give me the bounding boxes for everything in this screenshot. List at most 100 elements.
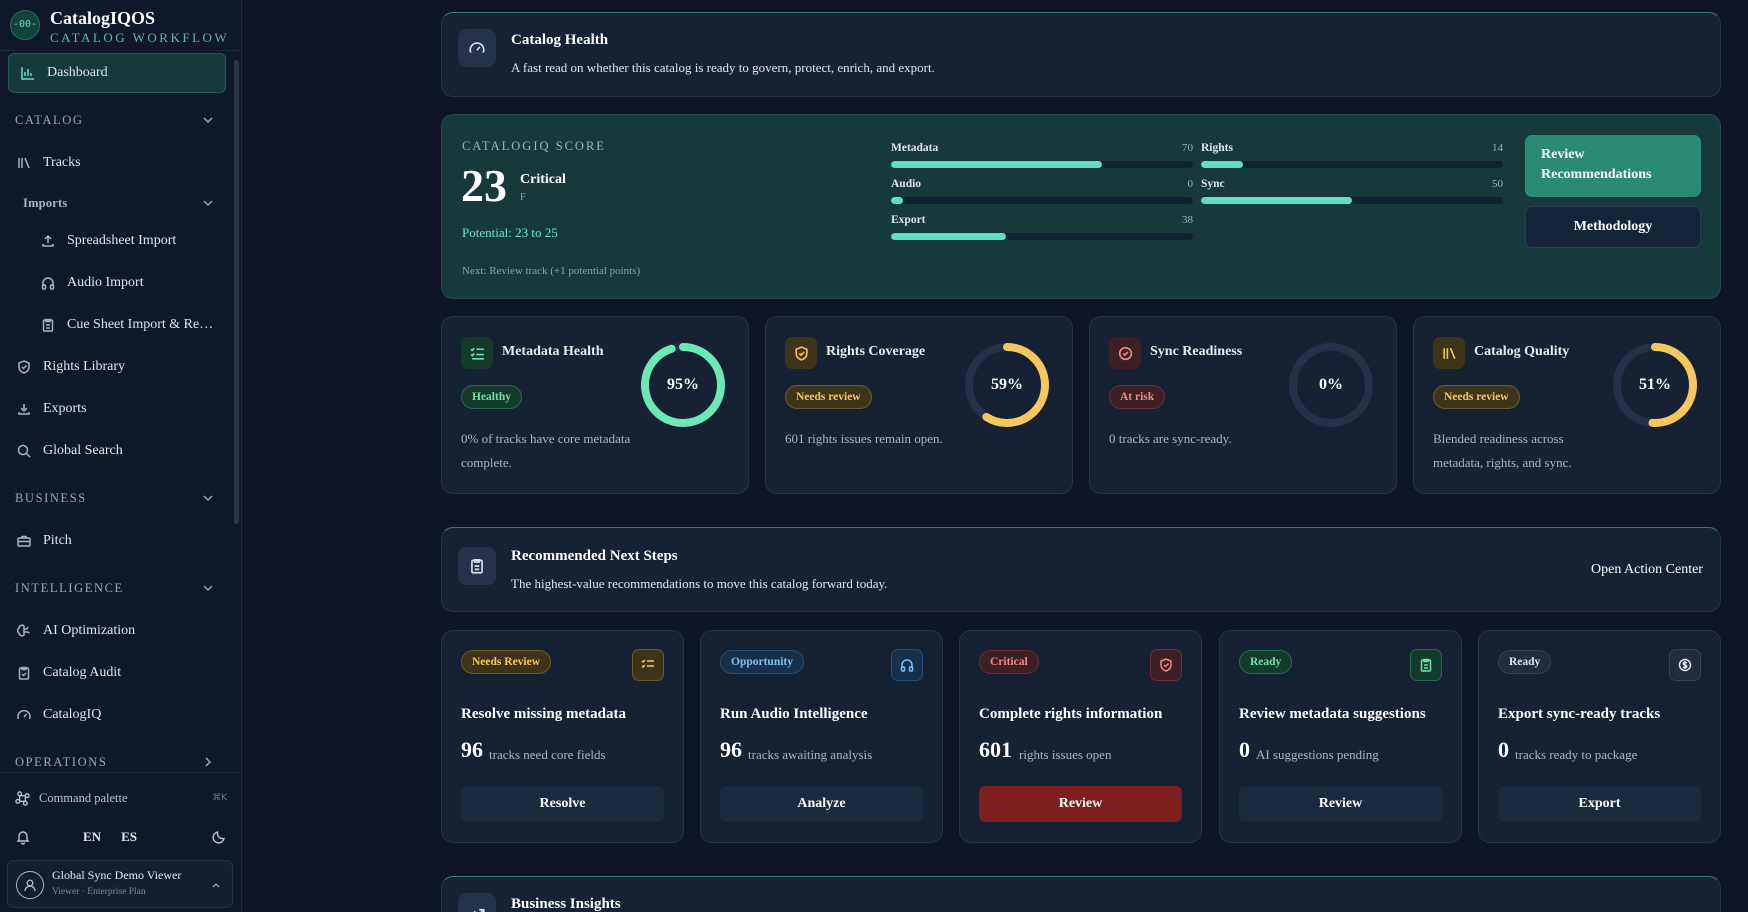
export-button[interactable]: Export (1498, 786, 1701, 822)
user-avatar-icon (16, 871, 44, 899)
sidebar-item-label: Global Search (43, 443, 123, 458)
section-title: Recommended Next Steps (511, 548, 678, 564)
sidebar-item-ai-optimization[interactable]: AI Optimization (15, 616, 135, 646)
check-circle-icon (1109, 337, 1141, 369)
score-bar-rights: Rights 14 (1201, 142, 1503, 172)
lang-es-button[interactable]: ES (121, 829, 137, 845)
step-card-audio-intelligence: Opportunity Run Audio Intelligence 96 tr… (700, 630, 943, 843)
sidebar-item-label: Dashboard (47, 65, 108, 80)
section-label: Imports (23, 195, 68, 210)
rights-coverage-card: Rights Coverage Needs review 601 rights … (765, 316, 1073, 494)
lang-en-button[interactable]: EN (83, 829, 101, 845)
sidebar-divider (0, 50, 242, 51)
section-operations[interactable]: OPERATIONS (15, 752, 215, 772)
bar-fill (1201, 161, 1244, 168)
headphones-icon (891, 649, 923, 681)
section-subtitle: The highest-value recommendations to mov… (511, 576, 888, 591)
review-rights-button[interactable]: Review (979, 786, 1182, 822)
step-card-complete-rights: Critical Complete rights information 601… (959, 630, 1202, 843)
review-recommendations-button[interactable]: Review Recommendations (1525, 135, 1701, 197)
sidebar-item-dashboard[interactable]: Dashboard (8, 53, 226, 93)
moon-icon[interactable] (211, 829, 227, 845)
sidebar-item-label: Pitch (43, 533, 72, 548)
sidebar-item-catalog-audit[interactable]: Catalog Audit (15, 658, 121, 688)
score-bar-audio: Audio 0 (891, 178, 1193, 208)
open-action-center-link[interactable]: Open Action Center (1591, 562, 1703, 578)
analyze-button[interactable]: Analyze (720, 786, 923, 822)
section-label: CATALOG (15, 112, 84, 127)
section-label: BUSINESS (15, 490, 87, 505)
step-title: Complete rights information (979, 706, 1163, 722)
card-description: 601 rights issues remain open. (785, 431, 943, 446)
shield-icon (1150, 649, 1182, 681)
sidebar-item-label: Audio Import (67, 275, 144, 290)
step-count-label: tracks awaiting analysis (748, 747, 873, 762)
sidebar-item-audio-import[interactable]: Audio Import (39, 268, 144, 298)
sidebar-item-label: Exports (43, 401, 87, 416)
status-badge: At risk (1109, 385, 1166, 409)
step-card-export-sync-ready: Ready Export sync-ready tracks 0 tracks … (1478, 630, 1721, 843)
score-bar-sync: Sync 50 (1201, 178, 1503, 208)
sidebar-item-cue-sheet-import[interactable]: Cue Sheet Import & Re… (39, 310, 213, 340)
bar-track (1201, 161, 1503, 168)
status-badge: Opportunity (720, 650, 804, 674)
sidebar-item-label: AI Optimization (43, 623, 136, 638)
section-imports[interactable]: Imports (23, 193, 215, 213)
sidebar-item-pitch[interactable]: Pitch (15, 526, 72, 556)
sidebar-item-label: Catalog Audit (43, 665, 122, 680)
sidebar-item-tracks[interactable]: Tracks (15, 148, 81, 178)
step-count: 96 (720, 737, 742, 762)
status-badge: Needs review (785, 385, 872, 409)
section-label: INTELLIGENCE (15, 580, 124, 595)
bar-value: 38 (1182, 214, 1193, 226)
headphones-icon (39, 274, 57, 292)
utility-row: EN ES (15, 826, 227, 848)
clipboard-check-icon (15, 664, 33, 682)
catalog-quality-card: Catalog Quality Needs review Blended rea… (1413, 316, 1721, 494)
clipboard-icon (1410, 649, 1442, 681)
briefcase-icon (15, 532, 33, 550)
step-title: Review metadata suggestions (1239, 706, 1426, 722)
shield-icon (785, 337, 817, 369)
step-card-metadata-suggestions: Ready Review metadata suggestions 0 AI s… (1219, 630, 1462, 843)
step-count-label: rights issues open (1019, 747, 1112, 762)
bar-fill (891, 233, 1006, 240)
step-count-label: tracks need core fields (489, 747, 606, 762)
methodology-button[interactable]: Methodology (1525, 206, 1701, 248)
catalog-health-header: Catalog Health A fast read on whether th… (441, 12, 1721, 97)
section-business[interactable]: BUSINESS (15, 488, 215, 508)
brain-icon (15, 622, 33, 640)
score-label: CATALOGIQ SCORE (462, 139, 606, 153)
step-count: 0 (1239, 737, 1250, 762)
sidebar-item-global-search[interactable]: Global Search (15, 436, 123, 466)
command-palette-button[interactable]: Command palette ⌘K (15, 787, 227, 809)
sidebar-divider (0, 772, 242, 773)
sidebar-scrollbar[interactable] (234, 60, 239, 524)
bar-value: 14 (1492, 142, 1503, 154)
sidebar-item-rights-library[interactable]: Rights Library (15, 352, 125, 382)
bar-track (891, 233, 1193, 240)
brand-logo-icon: -00- (10, 10, 40, 40)
resolve-button[interactable]: Resolve (461, 786, 664, 822)
clipboard-list-icon (458, 547, 496, 585)
status-badge: Ready (1239, 650, 1293, 674)
sidebar-item-exports[interactable]: Exports (15, 394, 87, 424)
brand[interactable]: -00- CatalogIQOS CATALOG WORKFLOW (10, 6, 238, 46)
sidebar-item-spreadsheet-import[interactable]: Spreadsheet Import (39, 226, 176, 256)
review-suggestions-button[interactable]: Review (1239, 786, 1442, 822)
chevron-down-icon (203, 495, 213, 502)
sidebar-item-catalogiq[interactable]: CatalogIQ (15, 700, 101, 730)
bell-icon[interactable] (15, 829, 31, 845)
bar-track (1201, 197, 1503, 204)
section-catalog[interactable]: CATALOG (15, 110, 215, 130)
score-status: Critical (520, 172, 566, 187)
step-title: Export sync-ready tracks (1498, 706, 1661, 722)
user-menu[interactable]: Global Sync Demo Viewer Viewer · Enterpr… (7, 860, 233, 908)
list-check-icon (461, 337, 493, 369)
sidebar-item-label: Tracks (43, 155, 81, 170)
sidebar-item-label: Spreadsheet Import (67, 233, 177, 248)
step-card-resolve-metadata: Needs Review Resolve missing metadata 96… (441, 630, 684, 843)
section-intelligence[interactable]: INTELLIGENCE (15, 578, 215, 598)
command-shortcut: ⌘K (212, 793, 227, 803)
brand-subtitle: CATALOG WORKFLOW (50, 30, 230, 45)
